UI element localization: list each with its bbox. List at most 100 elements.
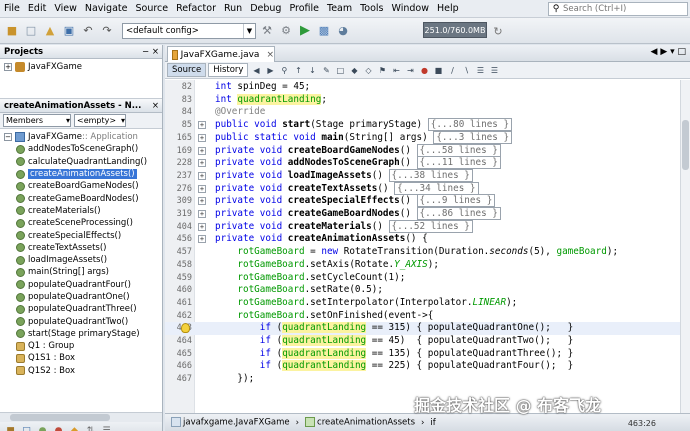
menu-profile[interactable]: Profile xyxy=(285,0,323,18)
code-line[interactable]: 82 int spinDeg = 45; xyxy=(165,81,680,94)
tab-javafxgame[interactable]: JavaFXGame.java × xyxy=(167,46,275,62)
code-line[interactable]: 463 if (quadrantLanding == 315) { popula… xyxy=(165,322,680,335)
code-line[interactable]: 84 @Override xyxy=(165,106,680,119)
list-item[interactable]: Q1S2 : Box xyxy=(0,365,162,377)
code-line[interactable]: 83 int quadrantLanding; xyxy=(165,93,680,107)
menu-file[interactable]: File xyxy=(0,0,24,18)
filter-fields-icon[interactable]: ■ xyxy=(4,425,17,431)
list-item[interactable]: createMaterials() xyxy=(0,205,162,217)
undo-icon[interactable]: ↶ xyxy=(80,23,96,39)
code-line[interactable]: 467 }); xyxy=(165,373,680,386)
code-line[interactable]: 465 if (quadrantLanding == 135) { popula… xyxy=(165,347,680,361)
code-line[interactable]: 457 rotGameBoard = new RotateTransition(… xyxy=(165,246,680,259)
filter-static-icon[interactable]: □ xyxy=(20,425,33,431)
clean-build-icon[interactable]: ⚙ xyxy=(278,23,294,39)
scrollbar-thumb[interactable] xyxy=(10,414,110,421)
find-previous-icon[interactable]: ↑ xyxy=(292,64,304,76)
forward-icon[interactable]: ▶ xyxy=(264,64,276,76)
collapse-icon[interactable]: − xyxy=(4,133,12,142)
navigator-scrollbar[interactable] xyxy=(0,412,162,422)
list-item[interactable]: createSceneProcessing() xyxy=(0,217,162,229)
find-icon[interactable]: ⚲ xyxy=(278,64,290,76)
tab-controls-icon[interactable]: ◀ ▶ ▾ □ xyxy=(651,47,686,57)
menu-tools[interactable]: Tools xyxy=(356,0,387,18)
toggle-rect-selection-icon[interactable]: □ xyxy=(334,64,346,76)
start-macro-icon[interactable]: ● xyxy=(418,64,430,76)
navigator-close-icon[interactable]: × xyxy=(152,99,159,112)
redo-icon[interactable]: ↷ xyxy=(99,23,115,39)
search-box[interactable]: ⚲ xyxy=(548,2,688,16)
filter-inherited-icon[interactable]: ● xyxy=(36,425,49,431)
breadcrumb-item-method[interactable]: createAnimationAssets xyxy=(305,417,415,428)
shift-right-icon[interactable]: ⇥ xyxy=(404,64,416,76)
run-icon[interactable]: ▶ xyxy=(297,23,313,39)
code-line[interactable]: 462 rotGameBoard.setOnFinished(event->{ xyxy=(165,310,680,323)
list-item[interactable]: loadImageAssets() xyxy=(0,254,162,266)
menu-debug[interactable]: Debug xyxy=(246,0,285,18)
diff-icon[interactable]: ☰ xyxy=(488,64,500,76)
list-item[interactable]: populateQuadrantThree() xyxy=(0,303,162,315)
code-line[interactable]: 404 + private void createMaterials() {...5… xyxy=(165,219,680,234)
code-area[interactable]: 82 int spinDeg = 45; 83 int quadrantLanding… xyxy=(165,80,680,413)
list-item[interactable]: Q1 : Group xyxy=(0,340,162,352)
list-item[interactable]: createGameBoardNodes() xyxy=(0,192,162,204)
list-item[interactable]: addNodesToSceneGraph() xyxy=(0,143,162,155)
fold-toggle-icon[interactable]: + xyxy=(198,159,206,168)
menu-source[interactable]: Source xyxy=(131,0,172,18)
menu-edit[interactable]: Edit xyxy=(24,0,50,18)
list-item[interactable]: calculateQuadrantLanding() xyxy=(0,156,162,168)
fold-toggle-icon[interactable]: + xyxy=(198,235,206,244)
fold-toggle-icon[interactable]: + xyxy=(198,146,206,155)
list-item[interactable]: createSpecialEffects() xyxy=(0,229,162,241)
code-line[interactable]: 237 + private void loadImageAssets() {...3… xyxy=(165,168,680,183)
menu-run[interactable]: Run xyxy=(220,0,246,18)
stop-macro-icon[interactable]: ■ xyxy=(432,64,444,76)
fold-toggle-icon[interactable]: + xyxy=(198,121,206,130)
code-line[interactable]: 319 + private void createGameBoardNodes() … xyxy=(165,207,680,221)
code-line[interactable]: 85 + public void start(Stage primaryStage)… xyxy=(165,118,680,132)
search-input[interactable] xyxy=(563,4,683,14)
menu-help[interactable]: Help xyxy=(433,0,463,18)
menu-window[interactable]: Window xyxy=(388,0,433,18)
code-line[interactable]: 466 if (quadrantLanding == 225) { popula… xyxy=(165,360,680,373)
list-item[interactable]: start(Stage primaryStage) xyxy=(0,328,162,340)
code-line[interactable]: 228 + private void addNodesToSceneGraph() … xyxy=(165,156,680,170)
previous-bookmark-icon[interactable]: ◆ xyxy=(348,64,360,76)
source-button[interactable]: Source xyxy=(167,63,207,77)
comment-icon[interactable]: ∕ xyxy=(446,64,458,76)
scrollbar-thumb[interactable] xyxy=(682,120,689,170)
filter-nonpublic-icon[interactable]: ◆ xyxy=(68,425,81,431)
shift-left-icon[interactable]: ⇤ xyxy=(390,64,402,76)
find-next-icon[interactable]: ↓ xyxy=(306,64,318,76)
project-root[interactable]: + JavaFXGame xyxy=(4,61,158,73)
fold-toggle-icon[interactable]: + xyxy=(198,210,206,218)
code-line[interactable]: 458 rotGameBoard.setAxis(Rotate.Y_AXIS); xyxy=(165,259,680,272)
list-item[interactable]: main(String[] args) xyxy=(0,266,162,278)
list-item[interactable]: populateQuadrantFour() xyxy=(0,279,162,291)
filter-private-icon[interactable]: ● xyxy=(52,425,65,431)
fold-toggle-icon[interactable]: + xyxy=(198,222,206,231)
fold-toggle-icon[interactable]: + xyxy=(198,197,206,206)
menu-refactor[interactable]: Refactor xyxy=(172,0,220,18)
list-item[interactable]: createBoardGameNodes() xyxy=(0,180,162,192)
gc-icon[interactable]: ↻ xyxy=(490,23,506,39)
new-project-icon[interactable]: ■ xyxy=(4,23,20,39)
list-item[interactable]: createTextAssets() xyxy=(0,242,162,254)
config-select[interactable]: <default config> ▼ xyxy=(122,22,256,39)
code-line[interactable]: 460 rotGameBoard.setRate(0.5); xyxy=(165,284,680,297)
lightbulb-icon[interactable] xyxy=(181,323,190,334)
editor-scrollbar[interactable] xyxy=(680,80,690,413)
list-item[interactable]: Q1S1 : Box xyxy=(0,352,162,364)
next-bookmark-icon[interactable]: ◇ xyxy=(362,64,374,76)
list-item[interactable]: populateQuadrantTwo() xyxy=(0,315,162,327)
build-icon[interactable]: ⚒ xyxy=(259,23,275,39)
toggle-highlight-icon[interactable]: ✎ xyxy=(320,64,332,76)
expand-icon[interactable]: + xyxy=(4,63,12,71)
close-icon[interactable]: × xyxy=(266,50,274,60)
code-line[interactable]: 165 + public static void main(String[] arg… xyxy=(165,130,680,145)
profile-icon[interactable]: ◕ xyxy=(335,23,351,39)
uncomment-icon[interactable]: ∖ xyxy=(460,64,472,76)
code-line[interactable]: 459 rotGameBoard.setCycleCount(1); xyxy=(165,272,680,285)
members-select[interactable]: Members ▾ xyxy=(3,114,71,127)
new-file-icon[interactable]: □ xyxy=(23,23,39,39)
